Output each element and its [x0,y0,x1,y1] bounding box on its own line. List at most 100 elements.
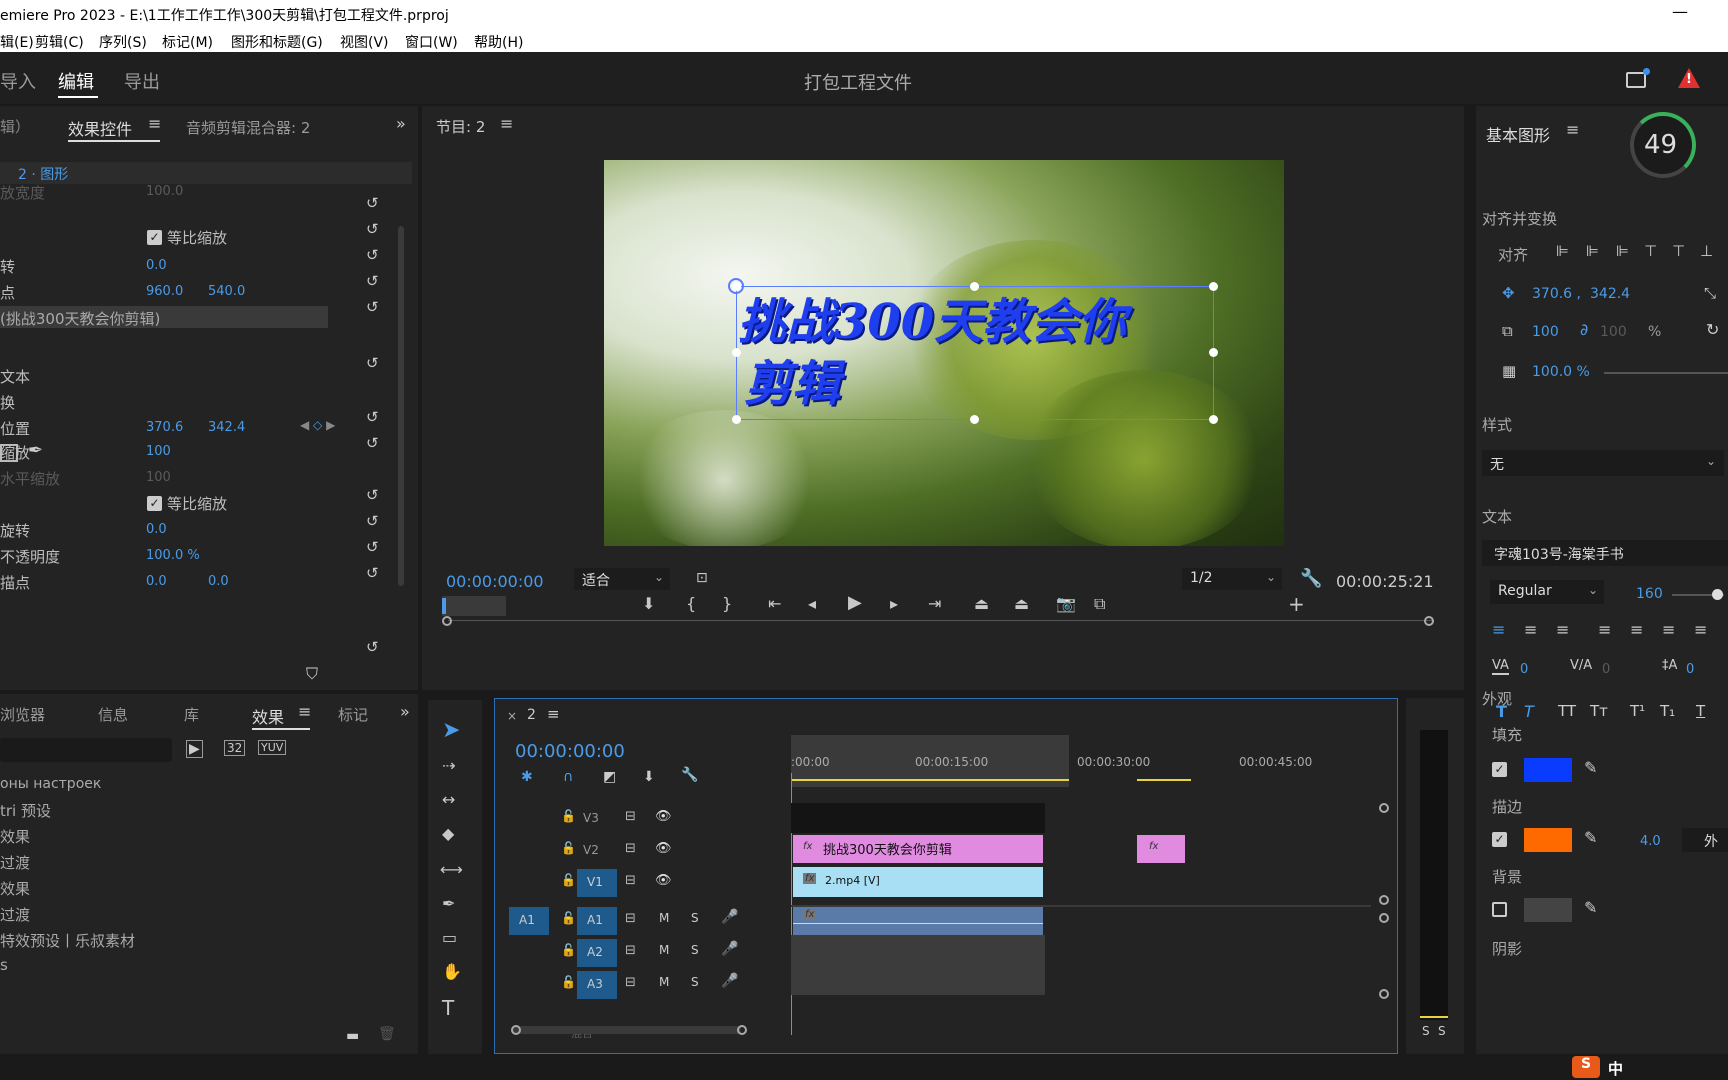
transform-handle[interactable] [1209,282,1218,291]
tab-export[interactable]: 导出 [124,68,160,94]
sync-lock-icon[interactable]: ⊟ [625,841,636,856]
a3-target[interactable]: A3 [577,971,617,999]
superscript-icon[interactable]: T¹ [1630,702,1645,720]
align-text-right-icon[interactable]: ≡ [1556,620,1569,639]
lock-icon[interactable]: 🔓 [561,873,576,887]
sync-lock-icon[interactable]: ⊟ [625,975,636,990]
subscript-icon[interactable]: T₁ [1660,702,1675,720]
reset-icon[interactable]: ↺ [366,220,379,238]
reset-icon[interactable]: ↺ [366,298,379,316]
effect-folder[interactable]: 效果 [0,826,30,847]
transform-handle[interactable] [732,348,741,357]
font-size-value[interactable]: 160 [1636,586,1663,602]
transform-handle[interactable] [970,415,979,424]
anchor-icon[interactable]: ⤡ [1704,284,1716,302]
position-x[interactable]: 370.6 , [1532,286,1581,302]
eyedropper-icon[interactable]: ✎ [1584,898,1597,917]
menu-sequence[interactable]: 序列(S) [99,32,147,52]
menu-window[interactable]: 窗口(W) [405,32,458,52]
extract-icon[interactable]: ⏏ [1014,594,1029,613]
effect-folder[interactable]: оны настроек [0,776,101,792]
minimize-button[interactable]: — [1672,2,1688,21]
sync-lock-icon[interactable]: ⊟ [625,873,636,888]
step-forward-icon[interactable]: ▸ [890,594,898,613]
position-y[interactable]: 342.4 [208,420,245,435]
position-y[interactable]: 342.4 [1590,286,1630,302]
font-size-slider[interactable] [1672,589,1724,600]
row-value[interactable]: 100.0 % [146,548,200,563]
audio-clip[interactable]: fx [793,907,1043,935]
sync-lock-icon[interactable]: ⊟ [625,911,636,926]
scroll-bar[interactable] [398,226,404,586]
lift-icon[interactable]: ⏏ [974,594,989,613]
warning-icon[interactable]: ! [1678,68,1700,88]
lock-icon[interactable]: 🔓 [561,911,576,925]
effects-menu-icon[interactable]: ≡ [298,702,311,721]
lock-icon[interactable]: 🔓 [561,841,576,855]
position-x[interactable]: 370.6 [146,420,183,435]
rectangle-tool-icon[interactable]: ▭ [442,928,457,947]
camera-icon[interactable]: 📷 [1056,594,1076,613]
timeline-hscroll[interactable] [511,1023,1371,1037]
anchor-point-icon[interactable] [728,278,744,294]
menu-edit[interactable]: 辑(E) [0,32,34,52]
reset-icon[interactable]: ↺ [366,246,379,264]
text-layer-row[interactable]: (挑战300天教会你剪辑) [0,306,328,328]
source-patch-a1[interactable]: A1 [509,907,549,935]
solo-right-button[interactable]: S [1438,1024,1446,1038]
justify-right-icon[interactable]: ≡ [1662,620,1675,639]
mute-button[interactable]: M [659,911,669,925]
new-folder-icon[interactable]: ▬ [346,1028,359,1044]
selection-tool-icon[interactable]: ➤ [442,718,460,743]
overlay-title-line2[interactable]: 剪辑 [744,344,840,414]
track-name[interactable]: V2 [583,843,599,857]
leading-value[interactable]: 0 [1686,662,1694,677]
delete-icon[interactable]: 🗑 [378,1026,396,1042]
video-frame[interactable]: 挑战300天教会你 剪辑 [604,160,1284,546]
opacity-value[interactable]: 100.0 % [1532,364,1590,380]
mark-out-icon[interactable]: } [722,594,732,613]
fill-checkbox[interactable]: ✓ [1492,762,1507,777]
transform-handle[interactable] [1209,348,1218,357]
justify-left-icon[interactable]: ≡ [1598,620,1611,639]
underline-icon[interactable]: T [1696,702,1705,720]
reset-icon[interactable]: ↺ [366,354,379,372]
lock-icon[interactable]: 🔓 [561,809,576,823]
tab-effects[interactable]: 效果 [252,704,284,728]
microphone-icon[interactable]: 🎤 [721,973,738,989]
title-clip[interactable]: fx 挑战300天教会你剪辑 [793,835,1043,863]
menu-clip[interactable]: 剪辑(C) [35,32,84,52]
mute-button[interactable]: M [659,975,669,989]
transform-handle[interactable] [1209,415,1218,424]
slip-tool-icon[interactable]: ⟷ [440,860,463,879]
stroke-checkbox[interactable]: ✓ [1492,832,1507,847]
row-value[interactable]: 0.0 [208,574,229,589]
align-bottom-icon[interactable]: ⊥ [1700,242,1713,260]
time-ruler[interactable]: :00:00 00:00:15:00 00:00:30:00 00:00:45:… [791,735,1371,787]
go-to-out-icon[interactable]: ⇥ [928,594,941,613]
sync-lock-icon[interactable]: ⊟ [625,809,636,824]
pen-tool-icon[interactable]: ✒ [442,894,455,913]
rotation-icon[interactable]: ↻ [1706,320,1719,339]
monitor-menu-icon[interactable]: ≡ [500,114,513,133]
32bit-badge[interactable]: 32 [224,740,246,756]
eye-icon[interactable]: 👁 [655,873,672,888]
sequence-menu-icon[interactable]: ≡ [547,705,560,723]
reset-icon[interactable]: ↺ [366,434,379,452]
wrench-icon[interactable]: 🔧 [1300,568,1322,589]
reset-icon[interactable]: ↺ [366,272,379,290]
align-middle-icon[interactable]: ⊤ [1672,242,1685,260]
hand-tool-icon[interactable]: ✋ [442,962,462,981]
track-area[interactable]: fx 挑战300天教会你剪辑 fx fx 2.mp4 [V] fx [791,803,1371,999]
row-value[interactable]: 960.0 [146,284,183,299]
add-marker-icon[interactable]: ⬇ [642,594,655,613]
ripple-edit-tool-icon[interactable]: ↔ [442,790,455,809]
stroke-type-dropdown[interactable]: 外 [1682,828,1728,852]
reset-icon[interactable]: ↺ [366,408,379,426]
align-top-icon[interactable]: ⊤ [1644,242,1657,260]
snap-icon[interactable]: ✱ [521,769,533,785]
tab-effect-controls[interactable]: 效果控件 [68,116,132,140]
row-value[interactable]: 540.0 [208,284,245,299]
share-icon[interactable] [1626,68,1650,88]
tab-edit[interactable]: 编辑 [58,68,94,94]
